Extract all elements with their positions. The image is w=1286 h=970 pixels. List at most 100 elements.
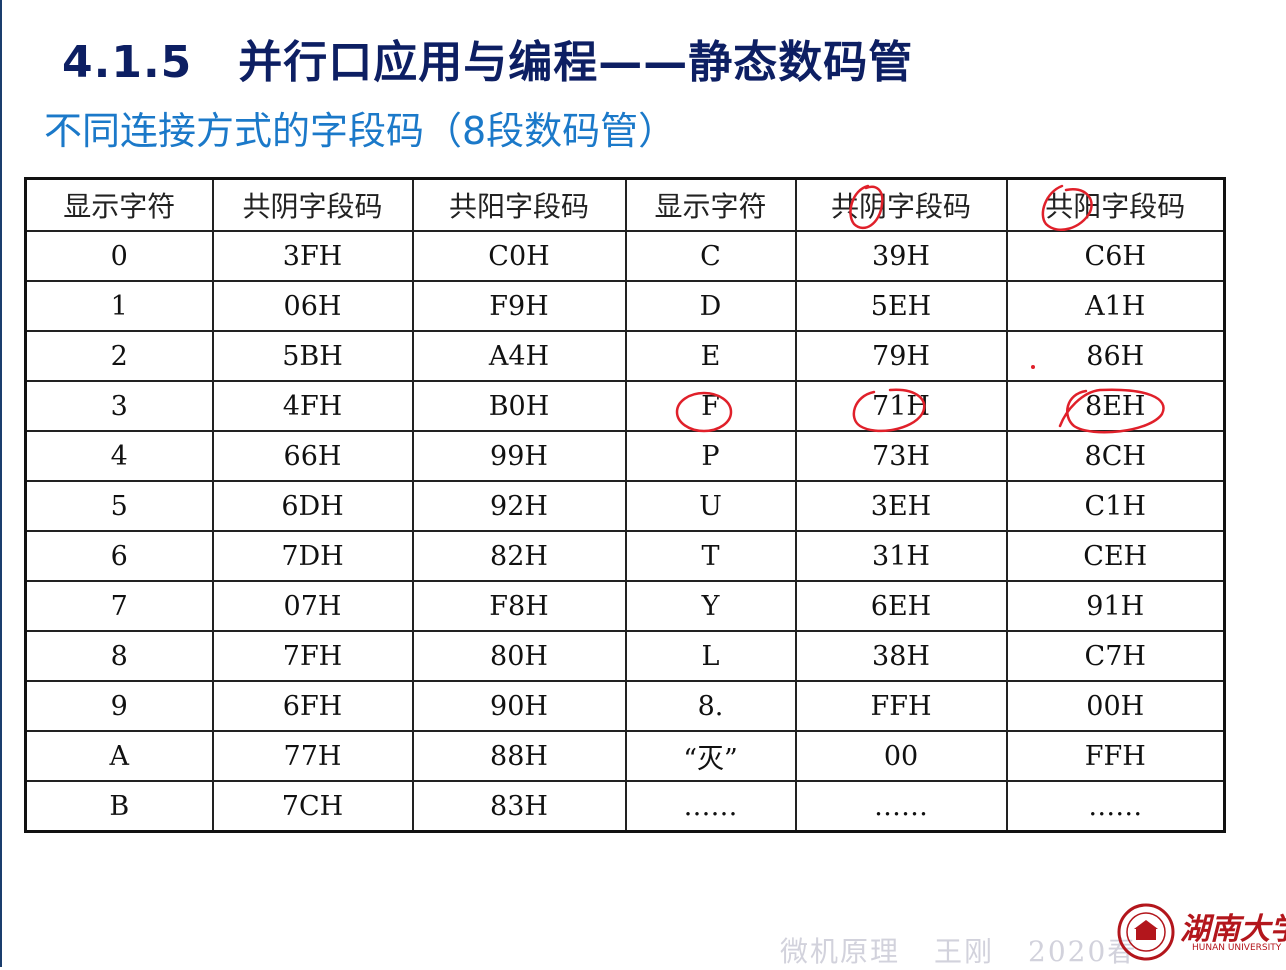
table-row: 2 5BH A4H E 79H 86H [24, 330, 1226, 382]
cell-common-cathode: …… [794, 780, 1008, 833]
cell-display-char: Y [624, 580, 797, 632]
table-row: 3 4FH B0H F 71H 8EH [24, 380, 1226, 432]
title-number: 4.1.5 [62, 37, 193, 88]
university-seal-icon [1117, 903, 1175, 961]
cell-common-cathode: 73H [794, 430, 1008, 482]
cell-display-char: L [624, 630, 797, 682]
cell-common-cathode: 6EH [794, 580, 1008, 632]
cell-common-cathode: FFH [794, 680, 1008, 732]
header-common-anode: 共阳字段码 [1005, 177, 1226, 232]
cell-common-cathode: 38H [794, 630, 1008, 682]
cell-common-anode: A1H [1005, 280, 1226, 332]
table-header-row: 显示字符 共阴字段码 共阳字段码 显示字符 共阴字段码 共阳字段码 [24, 177, 1226, 232]
cell-common-anode: 91H [1005, 580, 1226, 632]
cell-common-anode: C1H [1005, 480, 1226, 532]
cell-common-cathode: 3FH [211, 230, 414, 282]
cell-display-char: 0 [24, 230, 214, 282]
cell-display-char: U [624, 480, 797, 532]
cell-common-anode: 00H [1005, 680, 1226, 732]
cell-common-cathode: 5EH [794, 280, 1008, 332]
cell-display-char: 9 [24, 680, 214, 732]
cell-common-anode: …… [1005, 780, 1226, 833]
cell-common-cathode: 06H [211, 280, 414, 332]
slide-edge-bar [0, 0, 2, 967]
cell-common-anode: 86H [1005, 330, 1226, 382]
cell-common-cathode: 79H [794, 330, 1008, 382]
cell-common-cathode: 7DH [211, 530, 414, 582]
cell-display-char: P [624, 430, 797, 482]
table-row: 9 6FH 90H 8. FFH 00H [24, 680, 1226, 732]
cell-common-anode: C0H [411, 230, 627, 282]
cell-common-anode: F9H [411, 280, 627, 332]
cell-common-anode: 83H [411, 780, 627, 833]
cell-common-anode: FFH [1005, 730, 1226, 782]
cell-common-cathode: 7FH [211, 630, 414, 682]
cell-common-cathode: 5BH [211, 330, 414, 382]
cell-common-cathode: 7CH [211, 780, 414, 833]
cell-display-char: 8. [624, 680, 797, 732]
cell-common-anode: 99H [411, 430, 627, 482]
cell-display-char: T [624, 530, 797, 582]
header-common-cathode: 共阴字段码 [794, 177, 1008, 232]
cell-display-char: 7 [24, 580, 214, 632]
cell-common-anode: 82H [411, 530, 627, 582]
cell-common-anode: CEH [1005, 530, 1226, 582]
table-row: 6 7DH 82H T 31H CEH [24, 530, 1226, 582]
cell-display-char: 8 [24, 630, 214, 682]
table-row: 4 66H 99H P 73H 8CH [24, 430, 1226, 482]
cell-common-cathode: 6FH [211, 680, 414, 732]
cell-common-cathode: 31H [794, 530, 1008, 582]
header-common-anode: 共阳字段码 [411, 177, 627, 232]
cell-display-char: F [624, 380, 797, 432]
cell-display-char: 6 [24, 530, 214, 582]
cell-display-char: E [624, 330, 797, 382]
cell-display-char: C [624, 230, 797, 282]
cell-display-char: 3 [24, 380, 214, 432]
cell-common-anode: C6H [1005, 230, 1226, 282]
cell-display-char: “灭” [624, 730, 797, 782]
logo-english: HUNAN UNIVERSITY [1192, 943, 1282, 953]
cell-common-cathode: 07H [211, 580, 414, 632]
cell-common-anode: 80H [411, 630, 627, 682]
cell-common-anode: 90H [411, 680, 627, 732]
cell-common-cathode: 00 [794, 730, 1008, 782]
cell-common-cathode: 3EH [794, 480, 1008, 532]
slide-title: 4.1.5 并行口应用与编程——静态数码管 [62, 26, 913, 90]
cell-common-cathode: 77H [211, 730, 414, 782]
cell-display-char: 2 [24, 330, 214, 382]
cell-common-anode: A4H [411, 330, 627, 382]
cell-common-anode: B0H [411, 380, 627, 432]
header-display-char: 显示字符 [24, 177, 214, 232]
cell-display-char: A [24, 730, 214, 782]
slide-subtitle: 不同连接方式的字段码（8段数码管） [44, 109, 677, 153]
table-row: 7 07H F8H Y 6EH 91H [24, 580, 1226, 632]
cell-common-cathode: 66H [211, 430, 414, 482]
cell-display-char: D [624, 280, 797, 332]
cell-common-cathode: 39H [794, 230, 1008, 282]
cell-common-anode: C7H [1005, 630, 1226, 682]
footer-course: 微机原理 [780, 935, 901, 968]
table-body: 0 3FH C0H C 39H C6H 1 06H F9H D 5EH A1H 2 5BH A4H E 79H 8… [24, 230, 1226, 833]
title-text: 并行口应用与编程——静态数码管 [238, 37, 914, 88]
cell-common-anode: 8CH [1005, 430, 1226, 482]
slide-footer: 微机原理 王刚 2020春 [780, 930, 1171, 970]
cell-display-char: B [24, 780, 214, 833]
header-common-cathode: 共阴字段码 [211, 177, 414, 232]
table-row: 8 7FH 80H L 38H C7H [24, 630, 1226, 682]
cell-common-anode: F8H [411, 580, 627, 632]
cell-common-cathode: 71H [794, 380, 1008, 432]
table-row: B 7CH 83H……………… [24, 780, 1226, 833]
cell-display-char: 4 [24, 430, 214, 482]
table-row: A 77H 88H “灭” 00 FFH [24, 730, 1226, 782]
cell-common-anode: 8EH [1005, 380, 1226, 432]
cell-display-char: 5 [24, 480, 214, 532]
logo-name: 湖南大学 [1180, 912, 1286, 947]
cell-display-char: 1 [24, 280, 214, 332]
header-display-char: 显示字符 [624, 177, 797, 232]
segment-code-table: 显示字符 共阴字段码 共阳字段码 显示字符 共阴字段码 共阳字段码 0 3FH C0… [24, 177, 1226, 833]
table-row: 1 06H F9H D 5EH A1H [24, 280, 1226, 332]
cell-display-char: …… [624, 780, 797, 833]
table-row: 5 6DH 92H U 3EH C1H [24, 480, 1226, 532]
cell-common-anode: 92H [411, 480, 627, 532]
cell-common-cathode: 6DH [211, 480, 414, 532]
